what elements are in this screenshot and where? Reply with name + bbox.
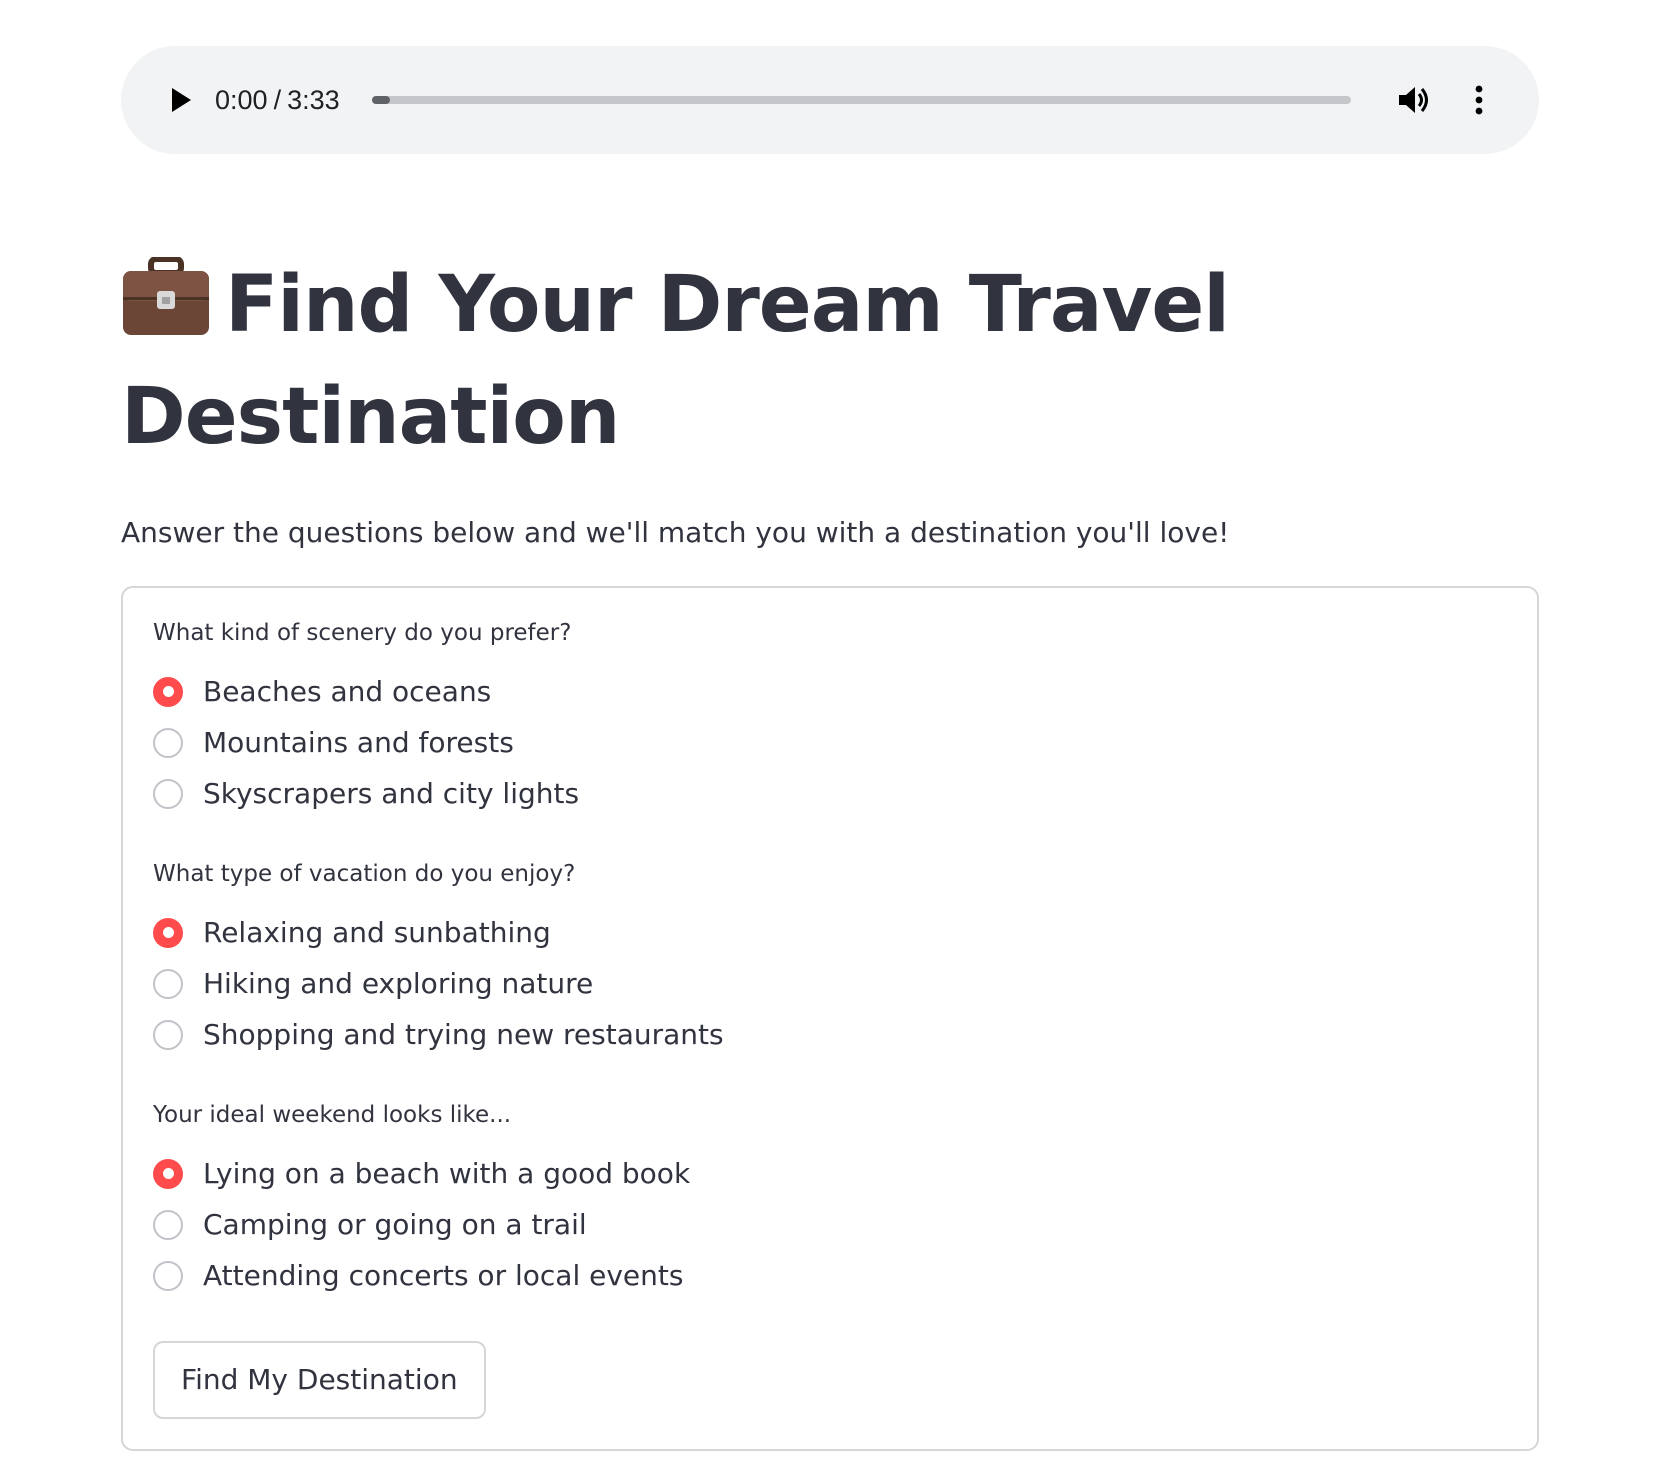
radio-unchecked-icon[interactable] [153, 1260, 183, 1291]
question-label: What kind of scenery do you prefer? [153, 620, 572, 646]
title-text: Find Your Dream Travel Destination [121, 260, 1230, 462]
destination-form: What kind of scenery do you prefer? Beach… [121, 586, 1539, 1451]
question-label: Your ideal weekend looks like... [153, 1102, 512, 1128]
radio-option-label: Relaxing and sunbathing [203, 916, 551, 949]
radio-checked-icon[interactable] [153, 1158, 183, 1189]
radio-option-label: Shopping and trying new restaurants [203, 1018, 724, 1051]
radio-checked-icon[interactable] [153, 917, 183, 948]
radio-option-label: Skyscrapers and city lights [203, 777, 580, 810]
radio-option-label: Beaches and oceans [203, 675, 492, 708]
radio-unchecked-icon[interactable] [153, 727, 183, 758]
audio-player[interactable]: 0:00/3:33 [121, 46, 1539, 154]
radio-option-label: Camping or going on a trail [203, 1208, 587, 1241]
radio-option-label: Mountains and forests [203, 726, 514, 759]
radio-option-label: Lying on a beach with a good book [203, 1157, 691, 1190]
page-title: Find Your Dream Travel Destination [121, 252, 1539, 470]
radio-option-label: Hiking and exploring nature [203, 967, 594, 1000]
volume-button[interactable] [1395, 80, 1435, 120]
radio-unchecked-icon[interactable] [153, 968, 183, 999]
radio-option[interactable]: Attending concerts or local events [153, 1250, 1507, 1301]
time-separator: / [273, 84, 282, 115]
radio-option[interactable]: Skyscrapers and city lights [153, 768, 1507, 819]
question-label: What type of vacation do you enjoy? [153, 861, 576, 887]
radio-group-3: Your ideal weekend looks like... Lying on… [153, 1102, 1507, 1301]
briefcase-icon [121, 256, 211, 364]
radio-unchecked-icon[interactable] [153, 1019, 183, 1050]
current-time: 0:00 [215, 84, 268, 115]
page-subtitle: Answer the questions below and we'll mat… [121, 516, 1230, 549]
radio-group-1: What kind of scenery do you prefer? Beach… [153, 620, 1507, 819]
progress-fill [371, 96, 390, 104]
play-icon [172, 88, 191, 112]
radio-option[interactable]: Lying on a beach with a good book [153, 1148, 1507, 1199]
more-vertical-icon [1475, 85, 1483, 115]
radio-option[interactable]: Hiking and exploring nature [153, 958, 1507, 1009]
play-button[interactable] [161, 80, 201, 120]
duration: 3:33 [287, 84, 340, 115]
radio-option-label: Attending concerts or local events [203, 1259, 684, 1292]
radio-option[interactable]: Beaches and oceans [153, 666, 1507, 717]
find-destination-button[interactable]: Find My Destination [153, 1341, 486, 1419]
radio-unchecked-icon[interactable] [153, 1209, 183, 1240]
radio-option[interactable]: Shopping and trying new restaurants [153, 1009, 1507, 1060]
more-options-button[interactable] [1459, 80, 1499, 120]
volume-icon [1399, 87, 1428, 113]
page: 0:00/3:33 Find Your Dream Travel Destina… [121, 46, 1539, 1451]
radio-option[interactable]: Relaxing and sunbathing [153, 907, 1507, 958]
radio-group-2: What type of vacation do you enjoy? Relax… [153, 861, 1507, 1060]
radio-option[interactable]: Camping or going on a trail [153, 1199, 1507, 1250]
time-display: 0:00/3:33 [215, 85, 340, 116]
radio-unchecked-icon[interactable] [153, 778, 183, 809]
radio-checked-icon[interactable] [153, 676, 183, 707]
progress-slider[interactable] [371, 96, 1351, 104]
radio-option[interactable]: Mountains and forests [153, 717, 1507, 768]
